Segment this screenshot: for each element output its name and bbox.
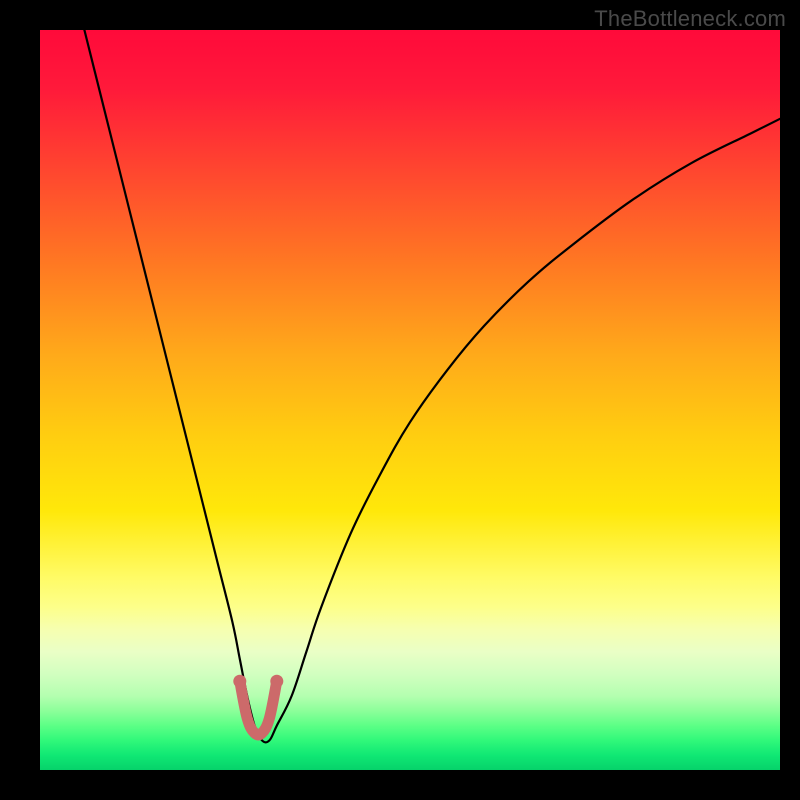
minimum-u-accent bbox=[240, 681, 277, 735]
plot-area bbox=[40, 30, 780, 770]
chart-frame: TheBottleneck.com bbox=[0, 0, 800, 800]
watermark-text: TheBottleneck.com bbox=[594, 6, 786, 32]
bottleneck-curve-svg bbox=[40, 30, 780, 770]
bottleneck-curve bbox=[84, 30, 780, 742]
minimum-u-endpoint bbox=[233, 675, 246, 688]
minimum-u-dots bbox=[233, 675, 283, 688]
minimum-u-endpoint bbox=[270, 675, 283, 688]
